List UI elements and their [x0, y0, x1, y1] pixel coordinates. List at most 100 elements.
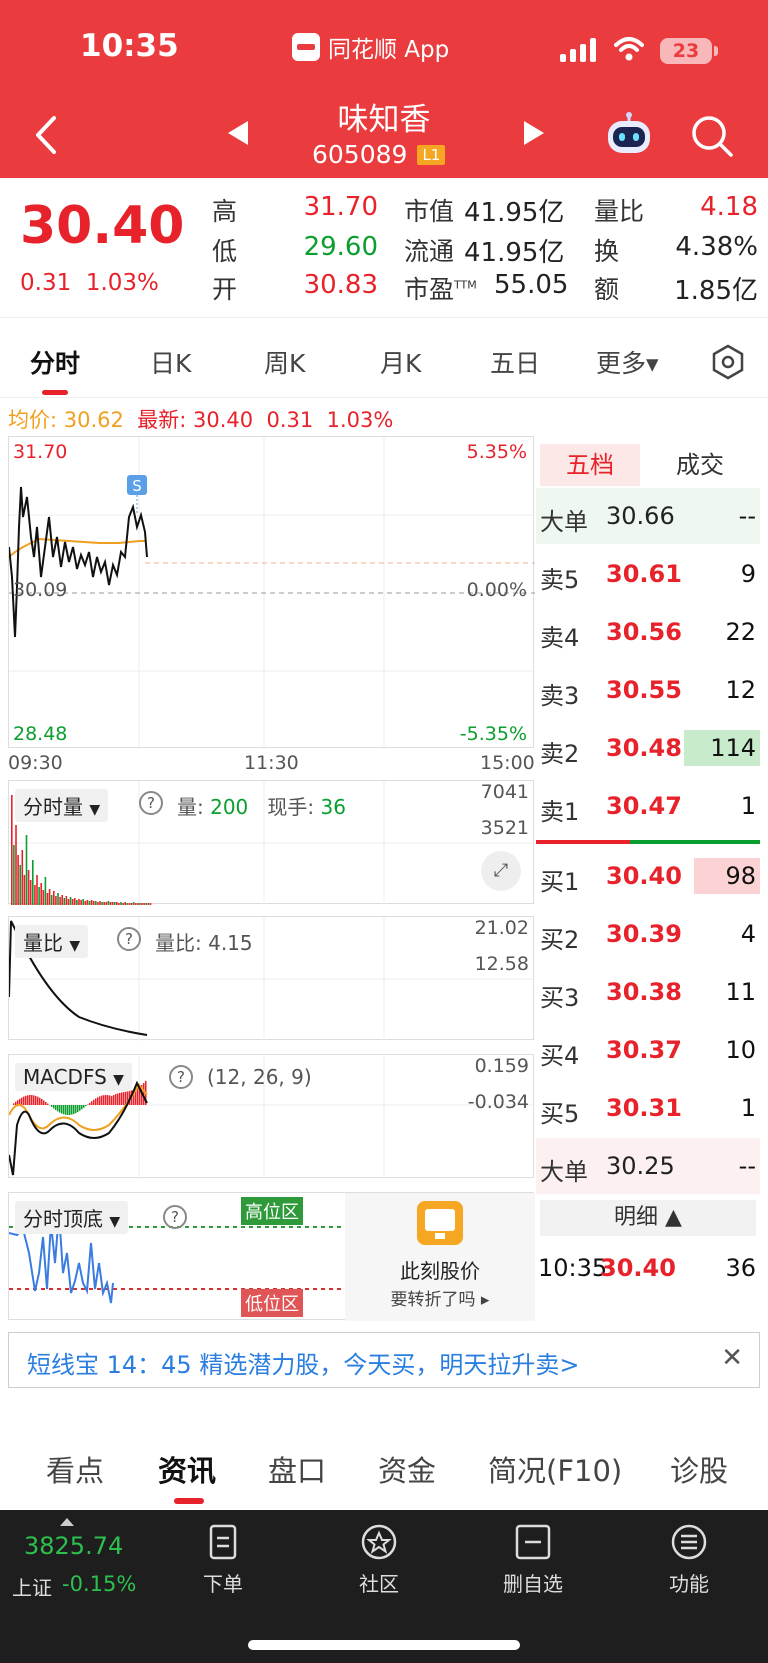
low-zone-label: 低位区 [241, 1289, 303, 1317]
bottom-toolbar: 3825.74 上证 -0.15% 下单 社区 删自选 功能 [0, 1510, 768, 1663]
bid-ask-ratio-bar [536, 840, 760, 844]
help-icon[interactable]: ? [117, 927, 141, 951]
price-chart-panel[interactable]: S 31.70 5.35% 30.09 0.00% 28.48 -5.35% [8, 436, 535, 749]
remove-watchlist-button[interactable]: 删自选 [488, 1522, 578, 1597]
mktcap-label: 市值 [404, 197, 455, 226]
next-stock-icon[interactable] [520, 118, 548, 148]
tab-profile-f10[interactable]: 简况(F10) [488, 1448, 622, 1490]
active-tab-indicator [42, 390, 68, 395]
volume-bar [145, 903, 147, 905]
tab-orderbook[interactable]: 盘口 [268, 1448, 326, 1490]
buy-vol: 10 [725, 1036, 756, 1064]
buy-row[interactable]: 买3 30.38 11 [536, 964, 760, 1020]
volratio-label: 量比 [594, 197, 645, 226]
signal-icon [560, 38, 596, 62]
community-button[interactable]: 社区 [334, 1522, 424, 1597]
app-logo-icon [292, 33, 320, 61]
buy-row[interactable]: 买5 30.31 1 [536, 1080, 760, 1136]
header-bar: 10:35 同花顺 App 23 味知香 605089 L1 [0, 0, 768, 178]
promo-text[interactable]: 短线宝 14：45 精选潜力股，今天买，明天拉升卖> [27, 1345, 579, 1380]
sell-price: 30.56 [606, 618, 682, 646]
tab-five-levels[interactable]: 五档 [540, 444, 640, 486]
volume-bar [113, 902, 116, 905]
volume-bar [118, 903, 120, 905]
tab-highlights[interactable]: 看点 [46, 1448, 104, 1490]
macd-bar [103, 1095, 105, 1105]
level-badge: L1 [417, 144, 446, 165]
tab-diagnosis[interactable]: 诊股 [670, 1448, 728, 1490]
volume-bar [50, 895, 53, 905]
buy-vol: 1 [740, 1094, 756, 1122]
dropdown-caret-icon: ▼ [89, 802, 101, 818]
macd-indicator-dropdown[interactable]: MACDFS ▼ [15, 1063, 132, 1091]
volume-bar [149, 903, 152, 905]
tab-more[interactable]: 更多▾ [596, 344, 659, 380]
sell-price: 30.55 [606, 676, 682, 704]
volume-bar [111, 902, 114, 905]
buy-row[interactable]: 买1 30.40 98 [536, 848, 760, 904]
tab-intraday[interactable]: 分时 [30, 344, 80, 380]
functions-label: 功能 [669, 1572, 709, 1596]
assistant-robot-icon[interactable] [604, 112, 654, 158]
expand-up-icon[interactable] [60, 1518, 74, 1526]
promo-banner[interactable]: 短线宝 14：45 精选潜力股，今天买，明天拉升卖> ✕ [8, 1332, 760, 1388]
tab-funds[interactable]: 资金 [378, 1448, 436, 1490]
volume-bar [101, 902, 103, 905]
buy-row[interactable]: 买4 30.37 10 [536, 1022, 760, 1078]
pe-ttm: TTM [454, 278, 477, 292]
pe-label: 市盈TTM [404, 270, 477, 306]
help-icon[interactable]: ? [163, 1205, 187, 1229]
tab-five-day[interactable]: 五日 [490, 344, 540, 380]
volume-bar [143, 903, 145, 905]
macd-bar [65, 1105, 67, 1115]
settings-hexagon-icon[interactable] [710, 344, 746, 380]
sell-row[interactable]: 卖2 30.48 114 [536, 720, 760, 776]
buy-label: 买4 [540, 1042, 580, 1070]
price-turn-ad[interactable]: 此刻股价 要转折了吗 ▸ [345, 1193, 535, 1321]
functions-button[interactable]: 功能 [644, 1522, 734, 1597]
dropdown-caret-icon: ▼ [113, 1072, 124, 1088]
float-value: 41.95亿 [464, 238, 565, 268]
index-value[interactable]: 3825.74 [24, 1532, 123, 1560]
top-bottom-dropdown[interactable]: 分时顶底 ▼ [15, 1201, 129, 1234]
sell-row[interactable]: 卖3 30.55 12 [536, 662, 760, 718]
buy-price: 30.37 [606, 1036, 682, 1064]
tab-news[interactable]: 资讯 [158, 1448, 216, 1490]
volume-bar [132, 902, 135, 905]
buy-label: 买3 [540, 984, 580, 1012]
sell-price: 30.48 [606, 734, 682, 762]
volume-bar [105, 902, 108, 905]
active-subtab-indicator [174, 1498, 204, 1504]
home-indicator[interactable] [248, 1640, 520, 1650]
search-icon[interactable] [690, 114, 734, 158]
buy-price: 30.38 [606, 978, 682, 1006]
volume-indicator-dropdown[interactable]: 分时量 ▼ [15, 789, 109, 822]
sell-label: 卖5 [540, 566, 580, 594]
tab-monthly-k[interactable]: 月K [380, 344, 421, 380]
tab-weekly-k[interactable]: 周K [264, 344, 305, 380]
order-button[interactable]: 下单 [178, 1522, 268, 1597]
macd-bar [73, 1105, 75, 1114]
help-icon[interactable]: ? [139, 791, 163, 815]
macd-bar [107, 1095, 109, 1105]
fullscreen-icon[interactable]: ⤢ [481, 851, 521, 891]
battery-icon: 23 [660, 38, 718, 64]
time-end: 15:00 [480, 752, 535, 774]
sell-row[interactable]: 卖5 30.61 9 [536, 546, 760, 602]
tab-daily-k[interactable]: 日K [150, 344, 191, 380]
minus-square-icon [515, 1524, 551, 1560]
macd-bar [85, 1105, 87, 1107]
volume-bar [57, 893, 59, 905]
sell-row[interactable]: 卖4 30.56 22 [536, 604, 760, 660]
volratio-indicator-dropdown[interactable]: 量比 ▼ [15, 925, 89, 958]
sell-row[interactable]: 卖1 30.47 1 [536, 778, 760, 834]
ad-subtitle: 要转折了吗 ▸ [390, 1290, 490, 1310]
tab-trades[interactable]: 成交 [650, 444, 750, 486]
volume-bar [46, 893, 49, 905]
volume-bar [44, 877, 47, 905]
buy-row[interactable]: 买2 30.39 4 [536, 906, 760, 962]
help-icon[interactable]: ? [169, 1065, 193, 1089]
latest-value: 30.40 [193, 408, 254, 432]
detail-toggle[interactable]: 明细 ▲ [540, 1200, 756, 1236]
close-icon[interactable]: ✕ [721, 1343, 743, 1373]
